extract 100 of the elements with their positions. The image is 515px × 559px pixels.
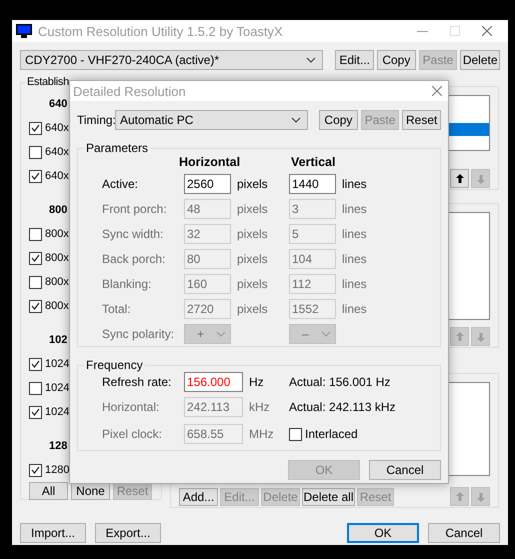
close-icon[interactable]	[432, 86, 442, 96]
minimize-icon[interactable]	[417, 30, 428, 32]
parameter-label: Total:	[102, 302, 132, 316]
list-box[interactable]	[448, 95, 490, 151]
group-heading: 128	[49, 439, 68, 454]
parameter-label: Sync polarity:	[102, 327, 176, 341]
close-icon[interactable]	[482, 26, 492, 36]
checkbox[interactable]	[29, 300, 42, 312]
unit-label: MHz	[248, 427, 275, 441]
unit-label: pixels	[236, 252, 269, 266]
checkbox-label: 800x	[45, 228, 69, 240]
list-button[interactable]: Delete all	[302, 488, 355, 506]
checkbox[interactable]	[29, 382, 42, 394]
toolbar-button[interactable]: Delete	[460, 50, 500, 70]
checkmark-icon	[31, 172, 40, 180]
checkbox-label: 1024	[45, 358, 70, 370]
down-arrow-icon	[476, 490, 486, 502]
unit-label: pixels	[236, 302, 269, 316]
parameter-label: Blanking:	[102, 277, 152, 291]
checkmark-icon	[31, 302, 40, 310]
window-title: Custom Resolution Utility 1.5.2 by ToastyX	[38, 24, 284, 38]
checkbox[interactable]	[29, 358, 42, 370]
chevron-down-icon	[321, 331, 331, 337]
unit-label: kHz	[248, 400, 271, 414]
list-box[interactable]	[448, 212, 490, 320]
input-field[interactable]: 1440	[289, 174, 336, 194]
unit-label: lines	[341, 252, 368, 266]
checkbox-label: 1024	[45, 406, 70, 418]
unit-label: pixels	[236, 202, 269, 216]
parameter-label: Active:	[102, 177, 140, 191]
checkbox[interactable]	[29, 276, 42, 288]
checkbox[interactable]	[29, 170, 42, 182]
actual-value: Actual: 156.001 Hz	[289, 375, 392, 389]
unit-label: lines	[341, 177, 368, 191]
monitor-dropdown[interactable]: CDY2700 - VHF270-240CA (active)*	[20, 50, 324, 70]
toolbar-button[interactable]: Edit...	[335, 50, 374, 70]
frequency-label: Horizontal:	[102, 400, 160, 414]
checkbox-label: 640x	[45, 170, 69, 182]
checkbox-label: Interlaced	[305, 427, 358, 441]
timing-dropdown[interactable]: Automatic PC	[115, 110, 308, 130]
chevron-down-icon	[216, 331, 226, 337]
unit-label: pixels	[236, 277, 269, 291]
checkbox-label: 800x	[45, 276, 69, 288]
monitor-icon	[16, 24, 32, 38]
group-heading: 800	[49, 203, 68, 218]
timing-button[interactable]: Copy	[319, 110, 358, 130]
checkmark-icon	[31, 408, 40, 416]
unit-label: lines	[341, 227, 368, 241]
dialog-button[interactable]: Cancel	[369, 460, 441, 480]
checkbox[interactable]	[29, 228, 42, 240]
dialog-title: Detailed Resolution	[73, 84, 187, 98]
checkbox[interactable]	[29, 406, 42, 418]
move-up-button[interactable]	[450, 169, 469, 188]
frequency-label: Refresh rate:	[102, 375, 172, 389]
column-header: Horizontal	[179, 155, 242, 169]
group-heading: 102	[49, 333, 68, 348]
checkmark-icon	[31, 466, 40, 474]
checkmark-icon	[31, 360, 40, 368]
column-header: Vertical	[291, 155, 336, 169]
parameter-label: Front porch:	[102, 202, 168, 216]
parameter-label: Sync width:	[102, 227, 164, 241]
down-arrow-icon	[476, 172, 486, 184]
checkbox-label: 640x	[45, 122, 69, 134]
group-title: Frequency	[85, 358, 144, 372]
checkmark-icon	[31, 124, 40, 132]
chevron-down-icon	[306, 57, 316, 63]
checkbox[interactable]	[29, 122, 42, 134]
unit-label: lines	[341, 302, 368, 316]
checkbox-label: 1024	[45, 382, 70, 394]
checkbox-label: 800x	[45, 252, 69, 264]
toolbar-button[interactable]: Copy	[377, 50, 416, 70]
actual-value: Actual: 242.113 kHz	[289, 400, 397, 414]
list-box[interactable]	[448, 382, 490, 476]
footer-button[interactable]: Export...	[95, 523, 161, 543]
dialog-button[interactable]: OK	[347, 523, 419, 543]
footer-button[interactable]: Import...	[20, 523, 86, 543]
list-button[interactable]: Add...	[179, 488, 218, 506]
timing-button[interactable]: Reset	[402, 110, 441, 130]
parameter-label: Back porch:	[102, 252, 166, 266]
group-heading: 640	[49, 97, 68, 112]
unit-label: pixels	[236, 177, 269, 191]
unit-label: Hz	[248, 375, 265, 389]
checkbox[interactable]	[29, 252, 42, 264]
checkbox[interactable]	[29, 464, 42, 476]
checkbox-label: 640x	[45, 146, 69, 158]
chevron-down-icon	[291, 117, 302, 123]
input-field[interactable]: 2560	[184, 174, 231, 194]
checkbox[interactable]	[289, 428, 302, 440]
checkbox[interactable]	[29, 146, 42, 158]
list-button[interactable]: All	[29, 482, 68, 500]
unit-label: lines	[341, 202, 368, 216]
input-field[interactable]: 156.000	[184, 372, 243, 392]
unit-label: pixels	[236, 227, 269, 241]
checkmark-icon	[31, 254, 40, 262]
dialog-button[interactable]: Cancel	[428, 523, 500, 543]
unit-label: lines	[341, 277, 368, 291]
group-title: Parameters	[85, 141, 150, 155]
up-arrow-icon	[454, 330, 464, 342]
up-arrow-icon	[454, 490, 464, 502]
group-title: Establish	[26, 76, 70, 88]
